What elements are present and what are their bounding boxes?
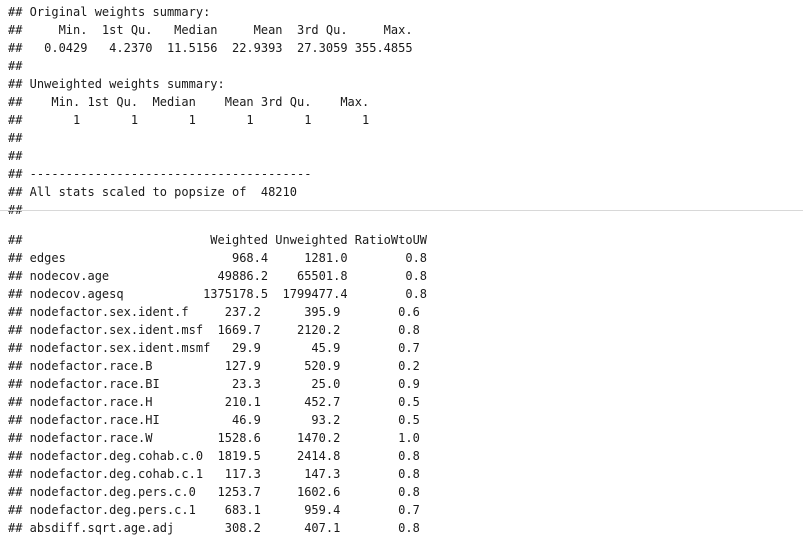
console-output-stats-table: ## Weighted Unweighted RatioWtoUW ## edge… — [8, 231, 427, 537]
output-line-original-values: ## 0.0429 4.2370 11.5156 22.9393 27.3059… — [8, 41, 420, 55]
stats-table-row: ## nodefactor.deg.cohab.c.0 1819.5 2414.… — [8, 449, 420, 463]
stats-table-row: ## nodefactor.deg.pers.c.1 683.1 959.4 0… — [8, 503, 420, 517]
stats-table-row: ## nodefactor.deg.pers.c.0 1253.7 1602.6… — [8, 485, 420, 499]
console-output-weights-summary: ## Original weights summary: ## Min. 1st … — [8, 3, 420, 219]
output-line-popsize: ## All stats scaled to popsize of 48210 — [8, 185, 297, 199]
stats-table-row: ## edges 968.4 1281.0 0.8 — [8, 251, 428, 265]
output-line-unweighted-values: ## 1 1 1 1 1 1 — [8, 113, 377, 127]
stats-table-row: ## absdiff.sqrt.age.adj 308.2 407.1 0.8 — [8, 521, 420, 535]
output-line-blank: ## — [8, 131, 30, 145]
stats-table-row: ## nodefactor.race.H 210.1 452.7 0.5 — [8, 395, 420, 409]
stats-table-row: ## nodecov.age 49886.2 65501.8 0.8 — [8, 269, 428, 283]
stats-table-row: ## nodefactor.sex.ident.f 237.2 395.9 0.… — [8, 305, 420, 319]
output-line-rule: ## -------------------------------------… — [8, 167, 312, 181]
stats-table-row: ## nodefactor.race.BI 23.3 25.0 0.9 — [8, 377, 420, 391]
stats-table-row: ## nodefactor.sex.ident.msf 1669.7 2120.… — [8, 323, 420, 337]
output-line-header: ## Original weights summary: — [8, 5, 211, 19]
output-line-blank: ## — [8, 59, 30, 73]
output-line-blank: ## — [8, 149, 30, 163]
stats-table-row: ## nodefactor.race.W 1528.6 1470.2 1.0 — [8, 431, 420, 445]
stats-table-header: ## Weighted Unweighted RatioWtoUW — [8, 233, 428, 247]
stats-table-row: ## nodefactor.sex.ident.msmf 29.9 45.9 0… — [8, 341, 420, 355]
output-divider — [0, 210, 803, 211]
stats-table-row: ## nodefactor.deg.cohab.c.1 117.3 147.3 … — [8, 467, 420, 481]
output-line-unweighted-header: ## Unweighted weights summary: — [8, 77, 225, 91]
stats-table-row: ## nodecov.agesq 1375178.5 1799477.4 0.8 — [8, 287, 428, 301]
output-line-original-headers: ## Min. 1st Qu. Median Mean 3rd Qu. Max. — [8, 23, 420, 37]
output-line-unweighted-headers: ## Min. 1st Qu. Median Mean 3rd Qu. Max. — [8, 95, 377, 109]
stats-table-row: ## nodefactor.race.B 127.9 520.9 0.2 — [8, 359, 420, 373]
stats-table-row: ## nodefactor.race.HI 46.9 93.2 0.5 — [8, 413, 420, 427]
